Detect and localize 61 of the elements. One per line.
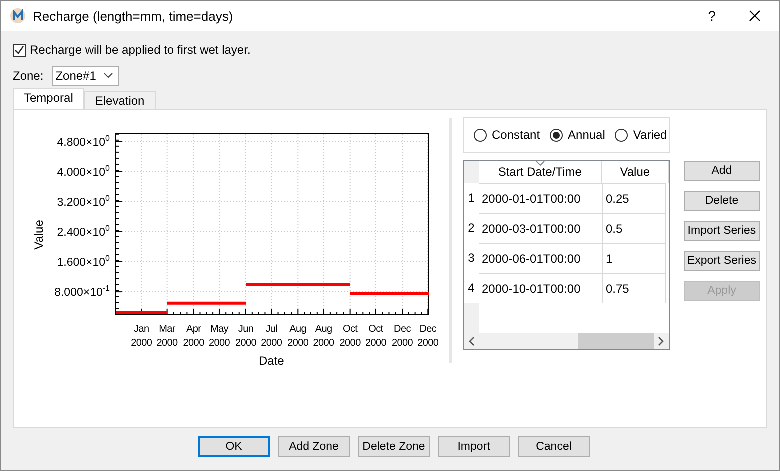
help-button[interactable]: ? <box>708 8 716 24</box>
table-cell[interactable]: 2000-10-01T00:00 <box>479 273 603 303</box>
radio-label: Varied <box>633 128 668 142</box>
x-tick-label: Apr 2000 <box>183 323 204 351</box>
side-button[interactable]: Add <box>684 161 760 181</box>
x-tick-label: Aug 2000 <box>313 323 334 351</box>
row-header-filler <box>464 303 479 333</box>
dialog-button[interactable]: Cancel <box>518 436 590 457</box>
side-button[interactable]: Delete <box>684 191 760 211</box>
side-button[interactable]: Import Series <box>684 221 760 241</box>
table-cell[interactable]: 2000-01-01T00:00 <box>479 183 603 213</box>
table-cell[interactable]: 1 <box>603 243 666 273</box>
scroll-right-icon[interactable] <box>658 336 664 346</box>
table-cell[interactable]: 2000-03-01T00:00 <box>479 213 603 243</box>
window-title: Recharge (length=mm, time=days) <box>33 8 234 24</box>
y-tick-label: 3.200×10$^{0}$ <box>57 194 110 209</box>
radio-button[interactable] <box>615 128 628 142</box>
column-header[interactable]: Value <box>602 161 669 183</box>
x-tick-label: May 2000 <box>208 323 230 351</box>
radio-label: Annual <box>568 128 606 142</box>
x-axis-title: Date <box>259 354 284 368</box>
y-tick-label: 2.400×10$^{0}$ <box>57 224 110 239</box>
x-tick-label: Dec 2000 <box>418 323 439 351</box>
y-tick-label: 4.800×10$^{0}$ <box>57 134 110 148</box>
y-tick-label: 8.000×10$^{-1}$ <box>54 284 110 299</box>
checkbox-label: Recharge will be applied to first wet layer. <box>30 43 251 57</box>
zone-dropdown[interactable]: Zone#1 <box>52 66 120 86</box>
x-tick-label: Jan 2000 <box>131 323 152 351</box>
column-header[interactable]: Start Date/Time <box>478 161 602 183</box>
dialog-button[interactable]: Delete Zone <box>358 436 430 457</box>
chevron-down-icon <box>104 73 114 79</box>
header-corner <box>464 161 479 183</box>
dialog-button[interactable]: OK <box>198 436 270 457</box>
table-cell[interactable]: 0.5 <box>603 213 666 243</box>
table-cell[interactable]: 0.75 <box>603 273 666 303</box>
tab[interactable]: Temporal <box>13 88 84 109</box>
table-cell[interactable]: 0.25 <box>603 183 666 213</box>
x-tick-label: Oct 2000 <box>365 323 386 351</box>
x-tick-label: Jul 2000 <box>261 323 282 351</box>
x-tick-label: Oct 2000 <box>340 323 361 351</box>
checkbox[interactable] <box>13 44 26 56</box>
radio-button[interactable] <box>474 128 487 142</box>
scroll-left-icon[interactable] <box>469 336 475 346</box>
y-tick-label: 1.600×10$^{0}$ <box>57 254 110 269</box>
radio-label: Constant <box>492 128 540 142</box>
app-logo-icon <box>10 8 26 24</box>
tab[interactable]: Elevation <box>84 91 156 109</box>
dialog-button[interactable]: Add Zone <box>278 436 350 457</box>
x-tick-label: Mar 2000 <box>156 323 178 351</box>
radio-button[interactable] <box>550 128 564 142</box>
x-tick-label: Aug 2000 <box>288 323 309 351</box>
dialog-button[interactable]: Import <box>438 436 510 457</box>
x-tick-label: Jun 2000 <box>235 323 256 351</box>
zone-label: Zone: <box>13 69 44 83</box>
table-cell[interactable]: 2000-06-01T00:00 <box>479 243 603 273</box>
horizontal-scrollbar[interactable] <box>464 333 669 349</box>
y-axis-title: Value <box>32 220 46 250</box>
side-button[interactable]: Export Series <box>684 251 760 271</box>
y-tick-label: 4.000×10$^{0}$ <box>57 164 110 178</box>
x-tick-label: Dec 2000 <box>392 323 413 351</box>
close-icon[interactable] <box>749 10 761 22</box>
